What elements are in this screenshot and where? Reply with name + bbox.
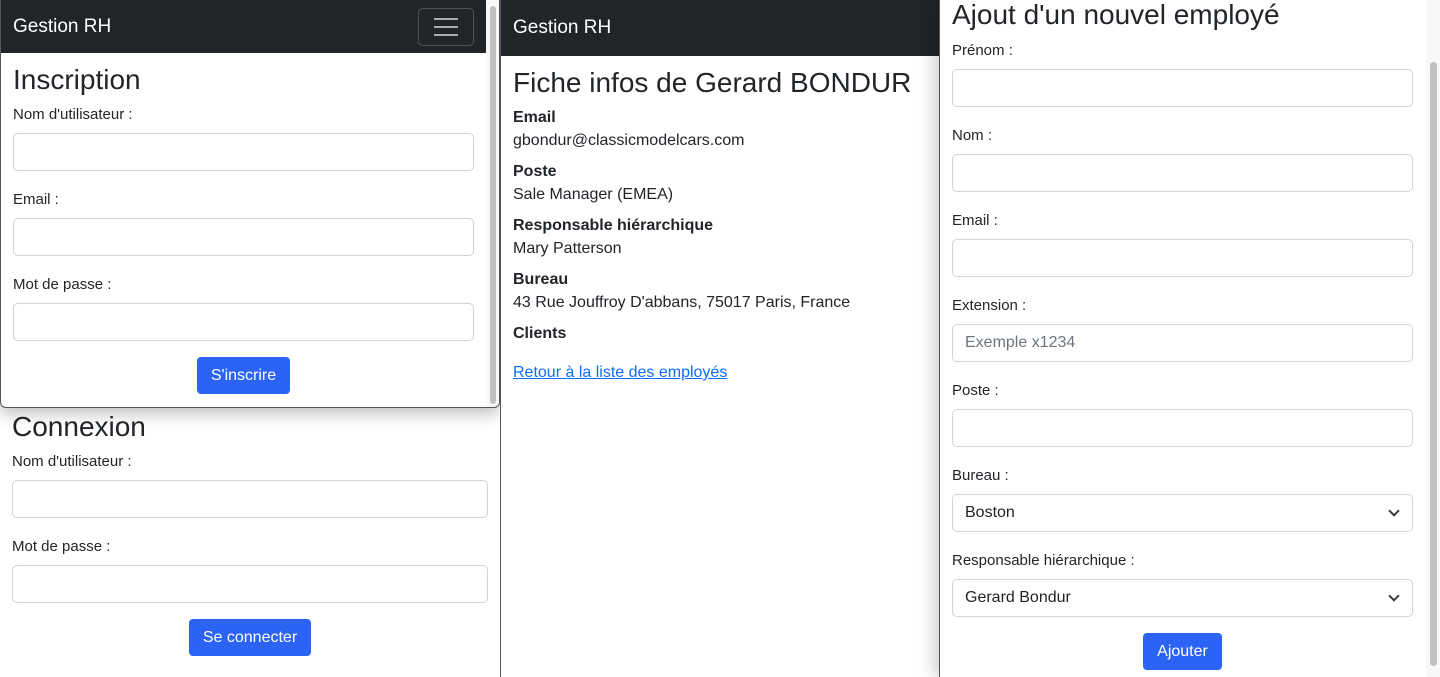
poste-label: Poste : (952, 382, 999, 399)
extension-label: Extension : (952, 297, 1027, 314)
inscription-submit-button[interactable]: S'inscrire (197, 357, 290, 394)
ajout-scroll-thumb[interactable] (1430, 62, 1437, 666)
inscription-navbar: Gestion RH (1, 0, 486, 53)
inscription-password-label: Mot de passe : (13, 276, 112, 293)
fiche-poste-value: Sale Manager (EMEA) (513, 186, 674, 203)
inscription-password-input[interactable] (13, 303, 474, 341)
fiche-clients-label: Clients (513, 325, 567, 342)
ajout-title: Ajout d'un nouvel employé (952, 0, 1280, 30)
poste-input[interactable] (952, 409, 1413, 447)
connexion-password-input[interactable] (12, 565, 488, 603)
connexion-title: Connexion (12, 411, 146, 442)
brand-logo[interactable]: Gestion RH (13, 16, 111, 38)
navbar-toggler-icon[interactable] (418, 7, 474, 46)
email-input[interactable] (952, 239, 1413, 277)
nom-input[interactable] (952, 154, 1413, 192)
connexion-username-input[interactable] (12, 480, 488, 518)
manager-label: Responsable hiérarchique : (952, 552, 1135, 569)
chevron-down-icon (1388, 590, 1400, 602)
prenom-label: Prénom : (952, 42, 1013, 59)
ajouter-button[interactable]: Ajouter (1143, 633, 1222, 670)
fiche-email-value: gbondur@classicmodelcars.com (513, 132, 745, 149)
extension-input[interactable] (952, 324, 1413, 362)
fiche-bureau-value: 43 Rue Jouffroy D'abbans, 75017 Paris, F… (513, 294, 851, 311)
fiche-bureau-label: Bureau (513, 271, 569, 288)
manager-select[interactable]: Gerard Bondur (952, 579, 1413, 617)
inscription-email-input[interactable] (13, 218, 474, 256)
manager-selected-value: Gerard Bondur (965, 589, 1071, 606)
fiche-poste-label: Poste (513, 163, 557, 180)
bureau-selected-value: Boston (965, 504, 1015, 521)
fiche-window: Gestion RH Fiche infos de Gerard BONDUR … (500, 0, 945, 677)
bureau-select[interactable]: Boston (952, 494, 1413, 532)
fiche-manager-label: Responsable hiérarchique (513, 217, 714, 234)
back-to-list-link[interactable]: Retour à la liste des employés (513, 364, 727, 382)
chevron-down-icon (1388, 505, 1400, 517)
email-label: Email : (952, 212, 998, 229)
inscription-email-label: Email : (13, 191, 59, 208)
ajout-scrollbar[interactable] (1426, 0, 1440, 677)
inscription-title: Inscription (13, 64, 141, 95)
inscription-username-input[interactable] (13, 133, 474, 171)
inscription-scroll-thumb[interactable] (490, 6, 496, 404)
bureau-label: Bureau : (952, 467, 1009, 484)
fiche-brand-logo[interactable]: Gestion RH (513, 17, 611, 39)
fiche-title: Fiche infos de Gerard BONDUR (513, 67, 912, 98)
prenom-input[interactable] (952, 69, 1413, 107)
fiche-navbar: Gestion RH (501, 0, 945, 56)
connexion-username-label: Nom d'utilisateur : (12, 453, 132, 470)
nom-label: Nom : (952, 127, 993, 144)
fiche-manager-value: Mary Patterson (513, 240, 622, 257)
inscription-window: Gestion RH Inscription Nom d'utilisateur… (0, 0, 500, 408)
inscription-scrollbar[interactable] (486, 0, 499, 407)
fiche-email-label: Email (513, 109, 556, 126)
ajout-window: Ajout d'un nouvel employé Prénom : Nom :… (939, 0, 1440, 677)
inscription-username-label: Nom d'utilisateur : (13, 106, 133, 123)
connexion-password-label: Mot de passe : (12, 538, 111, 555)
connexion-submit-button[interactable]: Se connecter (189, 619, 311, 656)
